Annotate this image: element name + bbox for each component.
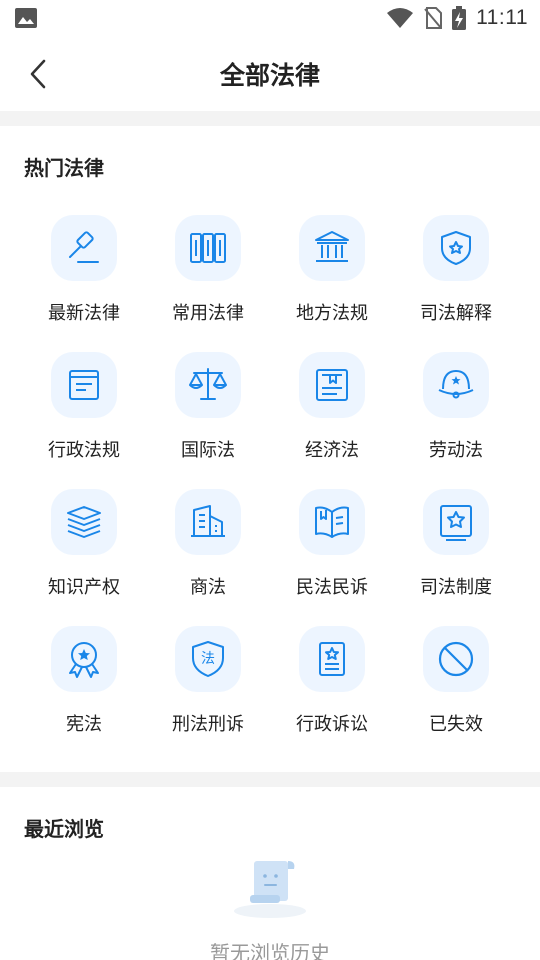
buildings-icon: [191, 505, 225, 537]
icon-container: [175, 215, 241, 281]
helmet-icon: [438, 370, 474, 399]
status-icons: 11:11: [386, 5, 528, 31]
icon-container: [423, 352, 489, 418]
category-label: 已失效: [429, 714, 483, 735]
category-label: 经济法: [305, 440, 359, 461]
category-criminal-law[interactable]: 法 刑法刑诉: [146, 616, 270, 753]
nav-bar: 全部法律: [0, 36, 540, 111]
icon-container: [423, 489, 489, 555]
category-civil-law[interactable]: 民法民诉: [270, 479, 394, 616]
section-divider: [0, 772, 540, 787]
no-sim-icon: [424, 7, 443, 29]
category-label: 司法制度: [420, 577, 492, 598]
status-bar: 11:11: [0, 0, 540, 36]
category-judicial-interpretation[interactable]: 司法解释: [394, 205, 518, 342]
icon-container: [299, 626, 365, 692]
notebook-icon: [69, 370, 99, 400]
category-local-regulations[interactable]: 地方法规: [270, 205, 394, 342]
icon-container: [51, 626, 117, 692]
icon-container: [299, 352, 365, 418]
category-label: 劳动法: [429, 440, 483, 461]
courthouse-icon: [315, 231, 349, 262]
icon-container: [175, 489, 241, 555]
empty-text: 暂无浏览历史: [210, 941, 330, 960]
hot-section-title: 热门法律: [24, 156, 104, 180]
open-book-icon: [315, 506, 349, 538]
icon-container: [51, 489, 117, 555]
category-repealed[interactable]: 已失效: [394, 616, 518, 753]
category-label: 地方法规: [296, 303, 368, 324]
scales-icon: [189, 368, 227, 400]
icon-container: 法: [175, 626, 241, 692]
icon-container: [299, 489, 365, 555]
category-label: 知识产权: [48, 577, 120, 598]
icon-container: [175, 352, 241, 418]
empty-scroll-icon: [234, 861, 306, 918]
category-label: 国际法: [181, 440, 235, 461]
page-title: 全部法律: [219, 61, 320, 90]
status-time: 11:11: [476, 6, 528, 29]
stacked-books-icon: [67, 506, 101, 538]
star-document-icon: [319, 642, 345, 676]
category-labor-law[interactable]: 劳动法: [394, 342, 518, 479]
star-frame-icon: [440, 505, 472, 541]
category-administrative-litigation[interactable]: 行政诉讼: [270, 616, 394, 753]
category-economic-law[interactable]: 经济法: [270, 342, 394, 479]
category-judicial-system[interactable]: 司法制度: [394, 479, 518, 616]
icon-container: [423, 626, 489, 692]
icon-container: [299, 215, 365, 281]
gavel-icon: [69, 231, 99, 263]
category-intellectual-property[interactable]: 知识产权: [22, 479, 146, 616]
category-label: 最新法律: [48, 303, 120, 324]
category-label: 行政法规: [48, 440, 120, 461]
category-label: 行政诉讼: [296, 714, 368, 735]
icon-container: [51, 215, 117, 281]
category-grid: 最新法律 常用法律 地方法规 司法解释 行政法规 国际法 经济法 劳动法 知识产…: [22, 205, 518, 753]
category-label: 宪法: [66, 714, 102, 735]
bookmark-document-icon: [316, 369, 348, 401]
law-shield-icon: 法: [192, 641, 224, 677]
section-divider: [0, 111, 540, 126]
category-label: 商法: [190, 577, 226, 598]
books-icon: [190, 233, 226, 263]
empty-state: 暂无浏览历史: [0, 855, 540, 960]
icon-container: [51, 352, 117, 418]
category-label: 司法解释: [420, 303, 492, 324]
category-label: 民法民诉: [296, 577, 368, 598]
wifi-icon: [387, 8, 414, 28]
recent-section-title: 最近浏览: [24, 817, 104, 841]
category-label: 常用法律: [172, 303, 244, 324]
category-common-laws[interactable]: 常用法律: [146, 205, 270, 342]
icon-container: [423, 215, 489, 281]
category-constitution[interactable]: 宪法: [22, 616, 146, 753]
battery-charging-icon: [452, 6, 467, 30]
svg-text:法: 法: [201, 651, 215, 667]
shield-star-icon: [441, 231, 471, 265]
category-latest-laws[interactable]: 最新法律: [22, 205, 146, 342]
award-badge-icon: [69, 642, 99, 678]
category-commercial-law[interactable]: 商法: [146, 479, 270, 616]
forbidden-icon: [438, 641, 474, 677]
image-icon: [15, 8, 37, 28]
category-label: 刑法刑诉: [172, 714, 244, 735]
category-international-law[interactable]: 国际法: [146, 342, 270, 479]
category-administrative-regulations[interactable]: 行政法规: [22, 342, 146, 479]
